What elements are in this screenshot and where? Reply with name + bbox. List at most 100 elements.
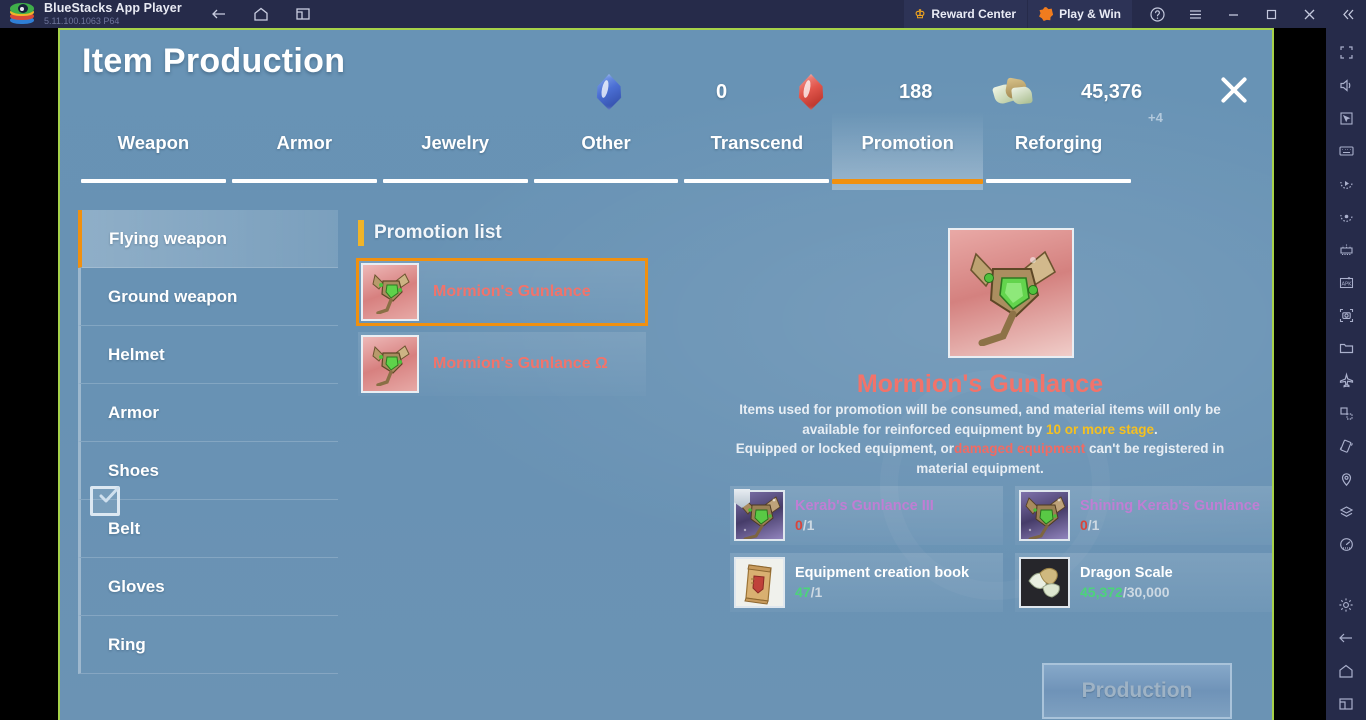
material-slots: Kerab's Gunlance III 0/1 Shining Kerab's… [730, 486, 1272, 620]
currency-dragon-scale: 45,376 [991, 70, 1142, 114]
gunlance-purple-icon [1025, 496, 1066, 539]
shake-icon[interactable] [1326, 430, 1366, 463]
sidebar-home-icon[interactable] [1326, 654, 1366, 687]
help-icon[interactable] [1138, 0, 1176, 28]
scroll-icon [744, 564, 772, 605]
desc-line-1: Items used for promotion will be consume… [739, 402, 1221, 417]
keyboard-icon[interactable] [1326, 134, 1366, 167]
tab-label: Promotion [861, 132, 954, 153]
material-have: 45,372 [1080, 584, 1123, 600]
material-slot-kerabs-gunlance-iii[interactable]: Kerab's Gunlance III 0/1 [730, 486, 1003, 545]
tab-armor[interactable]: Armor [229, 112, 380, 190]
tab-other[interactable]: Other [531, 112, 682, 190]
multi-instance-manager-icon[interactable] [1326, 233, 1366, 266]
dragon-scale-icon [1028, 567, 1060, 598]
tab-reforging[interactable]: Reforging [983, 112, 1134, 190]
bluestacks-logo-icon [10, 3, 36, 24]
collapse-icon[interactable] [1328, 0, 1366, 28]
sidebar-item-armor[interactable]: Armor [78, 384, 338, 442]
gunlance-icon [372, 273, 410, 314]
material-quantity: 45,372/30,000 [1080, 584, 1173, 600]
back-arrow-icon[interactable] [210, 5, 228, 23]
material-need: /1 [802, 517, 815, 533]
settings-gear-icon[interactable] [1326, 589, 1366, 622]
maximize-icon[interactable] [1252, 0, 1290, 28]
recent-apps-icon[interactable] [1326, 687, 1366, 720]
menu-icon[interactable] [1176, 0, 1214, 28]
tab-bar: Weapon Armor Jewelry Other Transcend Pro… [78, 112, 1134, 190]
sidebar-item-ring[interactable]: Ring [78, 616, 338, 674]
checkmark-icon [99, 486, 120, 503]
close-panel-button[interactable] [1214, 70, 1254, 110]
bluestacks-sidebar: APK [1326, 28, 1366, 720]
material-quantity: 0/1 [795, 517, 934, 533]
sidebar-item-helmet[interactable]: Helmet [78, 326, 338, 384]
tab-label: Other [581, 132, 631, 153]
location-icon[interactable] [1326, 463, 1366, 496]
promotion-list-title: Promotion list [374, 222, 502, 243]
rotate-icon[interactable] [1326, 397, 1366, 430]
record-screen-icon[interactable] [1326, 200, 1366, 233]
page-title: Item Production [82, 42, 346, 80]
material-slot-equipment-creation-book[interactable]: Equipment creation book 47/1 [730, 553, 1003, 612]
tab-weapon[interactable]: Weapon [78, 112, 229, 190]
volume-icon[interactable] [1326, 69, 1366, 102]
material-name: Kerab's Gunlance III [795, 498, 934, 514]
performance-icon[interactable] [1326, 528, 1366, 561]
layers-icon[interactable] [1326, 496, 1366, 529]
gunlance-large-icon [970, 250, 1057, 346]
bluestacks-titlebar: BlueStacks App Player 5.11.100.1063 P64 … [0, 0, 1366, 28]
sidebar-item-flying-weapon[interactable]: Flying weapon [78, 210, 338, 268]
list-item[interactable]: Mormion's Gunlance [356, 258, 648, 326]
macro-record-icon[interactable] [1326, 167, 1366, 200]
dragon-scale-delta: +4 [1148, 110, 1163, 125]
screenshot-icon[interactable] [1326, 299, 1366, 332]
fullscreen-icon[interactable] [1326, 36, 1366, 69]
media-folder-icon[interactable] [1326, 331, 1366, 364]
header-accent-bar [358, 220, 364, 246]
star-badge-icon [1039, 7, 1054, 21]
reward-center-button[interactable]: ♔ Reward Center [903, 0, 1028, 28]
sidebar-item-ground-weapon[interactable]: Ground weapon [78, 268, 338, 326]
desc-line-3a: Equipped or locked equipment, or [735, 441, 954, 457]
install-apk-icon[interactable]: APK [1326, 266, 1366, 299]
multi-instance-icon[interactable] [294, 5, 312, 23]
list-item[interactable]: Mormion's Gunlance Ω [358, 332, 646, 396]
list-item-label: Mormion's Gunlance Ω [433, 355, 608, 372]
tab-label: Jewelry [421, 132, 490, 153]
desc-line-2a: available for reinforced equipment by [802, 421, 1046, 437]
category-label: Shoes [108, 460, 160, 480]
home-icon[interactable] [252, 5, 270, 23]
cursor-icon[interactable] [1326, 102, 1366, 135]
desc-line-2b: . [1154, 421, 1158, 437]
item-thumbnail [361, 263, 419, 321]
play-and-win-label: Play & Win [1059, 7, 1121, 21]
material-name: Dragon Scale [1080, 565, 1173, 581]
tab-promotion[interactable]: Promotion [832, 112, 984, 190]
category-label: Ground weapon [108, 286, 238, 306]
play-and-win-button[interactable]: Play & Win [1028, 0, 1132, 28]
category-sidebar: Flying weapon Ground weapon Helmet Armor… [78, 210, 338, 674]
list-item-label: Mormion's Gunlance [433, 283, 591, 300]
item-description: Items used for promotion will be consume… [716, 400, 1244, 478]
gunlance-icon [372, 345, 410, 386]
material-icon [1019, 557, 1070, 608]
reward-center-label: Reward Center [931, 7, 1017, 21]
material-slot-shining-kerabs-gunlance[interactable]: Shining Kerab's Gunlance 0/1 [1015, 486, 1272, 545]
airplane-mode-icon[interactable] [1326, 364, 1366, 397]
close-icon[interactable] [1290, 0, 1328, 28]
material-need: /1 [1087, 517, 1100, 533]
select-all-checkbox[interactable] [90, 486, 120, 516]
desc-line-3b: can't be registered in [1085, 441, 1225, 457]
tab-jewelry[interactable]: Jewelry [380, 112, 531, 190]
sidebar-back-arrow-icon[interactable] [1326, 621, 1366, 654]
material-slot-dragon-scale[interactable]: Dragon Scale 45,372/30,000 [1015, 553, 1272, 612]
material-icon [1019, 490, 1070, 541]
minimize-icon[interactable] [1214, 0, 1252, 28]
svg-text:APK: APK [1341, 281, 1352, 287]
category-label: Gloves [108, 576, 165, 596]
titlebar-right-group: ♔ Reward Center Play & Win [903, 0, 1366, 28]
tab-transcend[interactable]: Transcend [681, 112, 832, 190]
sidebar-item-gloves[interactable]: Gloves [78, 558, 338, 616]
production-button[interactable]: Production [1042, 663, 1232, 719]
